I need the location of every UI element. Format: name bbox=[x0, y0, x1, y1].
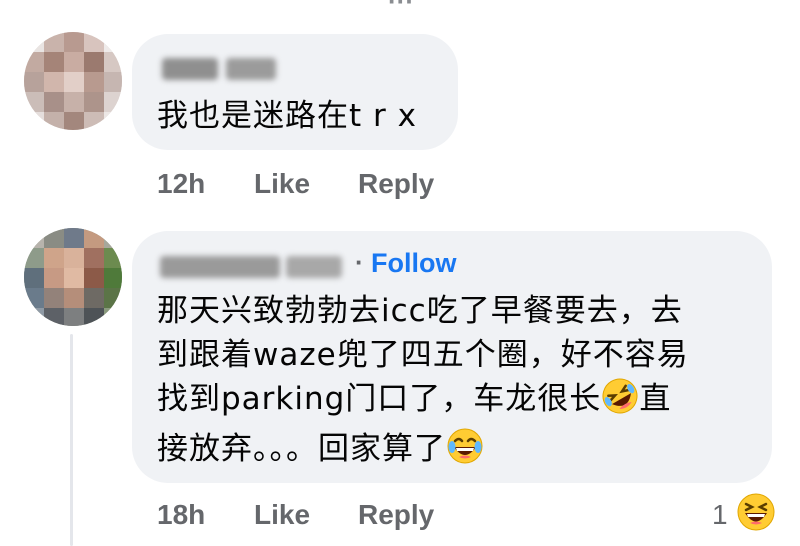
commenter-avatar[interactable] bbox=[24, 228, 122, 326]
reply-button[interactable]: Reply bbox=[358, 168, 434, 200]
comment-line: 我也是迷路在t r x bbox=[157, 98, 417, 134]
comment-timestamp[interactable]: 18h bbox=[157, 499, 205, 531]
face-with-tears-of-joy-emoji-icon bbox=[446, 427, 484, 477]
grinning-squinting-face-emoji-icon[interactable] bbox=[736, 492, 776, 532]
blurred-name-mark-1 bbox=[162, 58, 218, 80]
reaction-count[interactable]: 1 bbox=[712, 499, 728, 531]
blurred-name-mark-2 bbox=[226, 58, 276, 80]
rolling-on-floor-laughing-emoji-icon bbox=[601, 377, 639, 427]
commenter-avatar[interactable] bbox=[24, 32, 122, 130]
comment-line-with-emoji: 找到parking门口了，车龙很长 直 bbox=[157, 377, 689, 427]
follow-separator: · bbox=[355, 247, 364, 277]
comment-text: 那天兴致勃勃去icc吃了早餐要去，去 到跟着waze兜了四五个圈，好不容易 找到… bbox=[157, 289, 689, 477]
reply-thread-line bbox=[70, 334, 73, 546]
comment-thread: ··· 我也是迷路在t r x 12h Like Reply · Follow … bbox=[0, 0, 800, 546]
comment-timestamp[interactable]: 12h bbox=[157, 168, 205, 200]
reply-button[interactable]: Reply bbox=[358, 499, 434, 531]
like-button[interactable]: Like bbox=[254, 499, 310, 531]
blurred-name-mark-2 bbox=[286, 256, 342, 278]
comment-line-with-emoji: 接放弃。。。回家算了 bbox=[157, 427, 689, 477]
clipped-text-above: ··· bbox=[388, 0, 414, 16]
comment-line: 直 bbox=[639, 381, 672, 417]
blurred-name-mark-1 bbox=[160, 256, 280, 278]
like-button[interactable]: Like bbox=[254, 168, 310, 200]
comment-line: 到跟着waze兜了四五个圈，好不容易 bbox=[157, 337, 689, 373]
comment-text: 我也是迷路在t r x bbox=[157, 94, 417, 138]
comment-line: 那天兴致勃勃去icc吃了早餐要去，去 bbox=[157, 293, 683, 329]
comment-line: 找到parking门口了，车龙很长 bbox=[157, 381, 602, 417]
comment-line: 接放弃。。。回家算了 bbox=[157, 431, 446, 467]
follow-button[interactable]: Follow bbox=[371, 248, 456, 279]
